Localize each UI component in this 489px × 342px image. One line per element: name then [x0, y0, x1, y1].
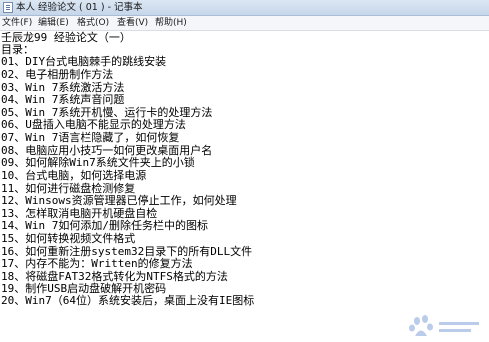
- toc-line: 01、DIY台式电脑棘手的跳线安装: [1, 55, 167, 68]
- toc-line: 06、U盘插入电脑不能显示的处理方法: [1, 118, 186, 131]
- toc-line: 17、内存不能为：Written的修复方法: [1, 257, 193, 270]
- window-title: 本人 经验论文 ( 01 ) - 记事本: [16, 2, 143, 13]
- toc-line: 15、如何转换视频文件格式: [1, 232, 136, 245]
- toc-line: 02、电子相册制作方法: [1, 68, 114, 81]
- toc-line: 12、Winsows资源管理器已停止工作，如何处理: [1, 194, 237, 207]
- toc-line: 09、如何解除Win7系统文件夹上的小锁: [1, 156, 195, 169]
- toc-line: 10、台式电脑，如何选择电源: [1, 169, 147, 182]
- text-editor-area[interactable]: 壬辰龙99 经验论文（一） 目录： 01、DIY台式电脑棘手的跳线安装 02、电…: [1, 30, 487, 342]
- toc-line: 14、Win 7如何添加/删除任务栏中的图标: [1, 219, 208, 232]
- toc-line: 04、Win 7系统声音问题: [1, 93, 125, 106]
- baidu-jingyan-watermark: [409, 315, 479, 336]
- menu-edit[interactable]: 编辑(E): [38, 17, 69, 29]
- menu-view[interactable]: 查看(V): [117, 17, 148, 29]
- menu-help[interactable]: 帮助(H): [155, 17, 187, 29]
- toc-line: 07、Win 7语言栏隐藏了，如何恢复: [1, 131, 180, 144]
- toc-line: 20、Win7（64位）系统安装后，桌面上没有IE图标: [1, 294, 255, 307]
- menu-bar: 文件(F) 编辑(E) 格式(O) 查看(V) 帮助(H): [0, 16, 489, 31]
- menu-file[interactable]: 文件(F): [2, 17, 32, 29]
- title-bar[interactable]: 本人 经验论文 ( 01 ) - 记事本: [0, 0, 489, 16]
- notepad-window: 本人 经验论文 ( 01 ) - 记事本 文件(F) 编辑(E) 格式(O) 查…: [0, 0, 489, 342]
- notepad-icon: [3, 2, 13, 13]
- menu-format[interactable]: 格式(O): [77, 17, 109, 29]
